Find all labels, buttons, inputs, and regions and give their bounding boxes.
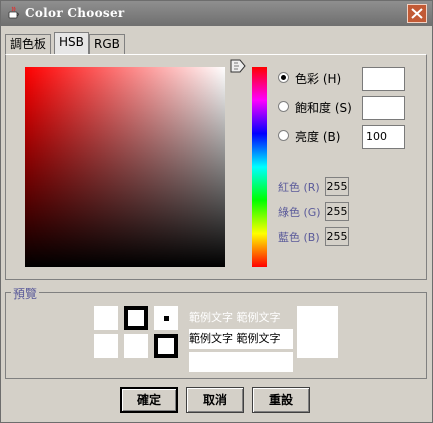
brightness-label: 亮度 (B) bbox=[295, 130, 341, 144]
preview-swatch-bordered bbox=[124, 306, 148, 330]
green-label: 綠色 (G) bbox=[278, 206, 321, 219]
preview-sample-text: 範例文字 範例文字 bbox=[189, 311, 281, 324]
hue-radio[interactable] bbox=[278, 72, 289, 83]
red-label: 紅色 (R) bbox=[278, 181, 320, 194]
hue-field[interactable] bbox=[362, 67, 405, 91]
preview-sample-text: 範例文字 範例文字 bbox=[189, 329, 293, 349]
hue-pointer-icon[interactable] bbox=[230, 59, 246, 73]
brightness-field[interactable]: 100 bbox=[362, 125, 405, 149]
saturation-brightness-area[interactable] bbox=[25, 67, 225, 267]
preview-swatch-bordered bbox=[154, 334, 178, 358]
preview-large-swatch bbox=[297, 306, 338, 358]
preview-title: 預覽 bbox=[11, 285, 40, 302]
blue-label: 藍色 (B) bbox=[278, 231, 320, 244]
tab-rgb[interactable]: RGB bbox=[89, 34, 125, 54]
title-bar[interactable]: Color Chooser bbox=[1, 1, 432, 26]
close-button[interactable] bbox=[407, 4, 427, 23]
color-chooser-window: Color Chooser 調色板 HSB RGB 色彩 (H) 飽和度 (S)… bbox=[0, 0, 433, 423]
window-title: Color Chooser bbox=[25, 6, 125, 20]
java-cup-icon bbox=[8, 6, 19, 19]
blue-value: 255 bbox=[325, 227, 349, 246]
tab-swatches[interactable]: 調色板 bbox=[5, 34, 52, 54]
green-value: 255 bbox=[325, 202, 349, 221]
saturation-radio[interactable] bbox=[278, 101, 289, 112]
preview-swatch bbox=[94, 306, 118, 330]
cancel-button[interactable]: 取消 bbox=[186, 387, 244, 413]
preview-swatch bbox=[124, 334, 148, 358]
reset-button[interactable]: 重設 bbox=[252, 387, 310, 413]
preview-swatch-dot bbox=[154, 306, 178, 330]
ok-button[interactable]: 確定 bbox=[120, 387, 178, 413]
saturation-field[interactable] bbox=[362, 96, 405, 120]
hue-label: 色彩 (H) bbox=[295, 72, 342, 86]
close-icon bbox=[411, 8, 423, 19]
saturation-label: 飽和度 (S) bbox=[295, 101, 352, 115]
red-value: 255 bbox=[325, 177, 349, 196]
tab-hsb[interactable]: HSB bbox=[54, 32, 89, 55]
preview-swatch bbox=[94, 334, 118, 358]
hue-slider[interactable] bbox=[252, 67, 267, 267]
brightness-radio[interactable] bbox=[278, 130, 289, 141]
preview-sample-box bbox=[189, 352, 293, 372]
